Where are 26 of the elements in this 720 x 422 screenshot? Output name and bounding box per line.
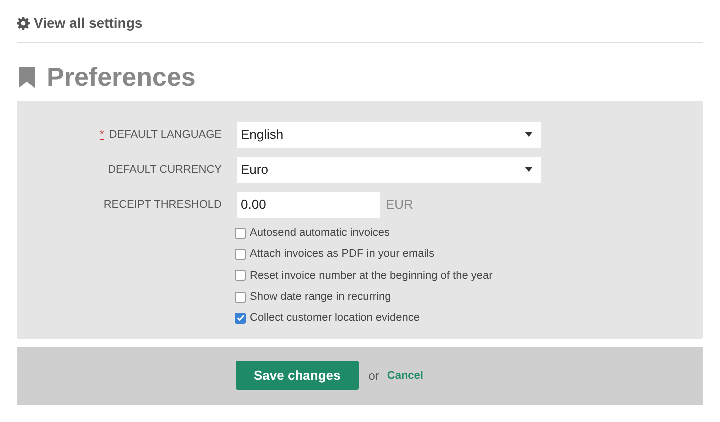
input-field[interactable]: 0.00 — [237, 192, 380, 218]
checkbox[interactable] — [235, 312, 246, 324]
field-label: RECEIPT THRESHOLD — [104, 198, 222, 210]
checkbox-label: Reset invoice number at the beginning of the year — [250, 270, 493, 282]
checkbox-label: Show date range in recurring — [250, 291, 392, 304]
dropdown[interactable]: English — [237, 122, 541, 148]
caret-icon — [525, 132, 533, 137]
or-text: or — [368, 368, 380, 383]
required-mark: * — [100, 128, 104, 140]
checkbox[interactable] — [235, 292, 246, 303]
field-label: DEFAULT LANGUAGE — [109, 128, 222, 140]
dropdown[interactable]: Euro — [237, 156, 541, 182]
caret-icon — [525, 167, 533, 172]
page-title: Preferences — [47, 62, 196, 93]
field-label: DEFAULT CURRENCY — [108, 164, 222, 176]
checkbox-label: Attach invoices as PDF in your emails — [250, 248, 435, 260]
view-all-settings-link[interactable]: View all settings — [17, 15, 143, 31]
checkbox-label: Autosend automatic invoices — [250, 227, 390, 240]
gear-icon — [17, 16, 30, 30]
checkbox[interactable] — [235, 270, 246, 282]
bookmark-icon — [19, 67, 35, 88]
checkbox[interactable] — [235, 228, 246, 239]
checkbox[interactable] — [235, 248, 246, 260]
checkbox-label: Collect customer location evidence — [250, 312, 420, 324]
save-button[interactable]: Save changes — [236, 361, 359, 390]
unit-label: EUR — [386, 197, 414, 212]
